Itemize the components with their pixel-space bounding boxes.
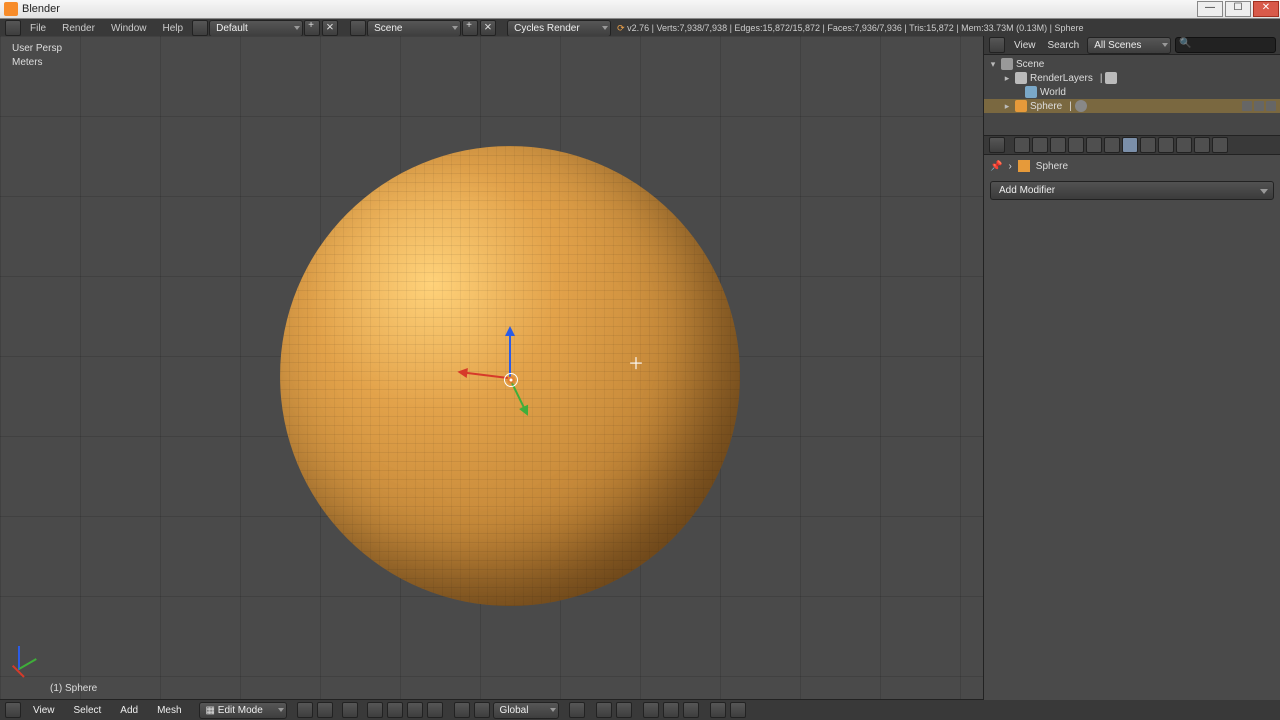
os-titlebar: Blender — ☐ ✕: [0, 0, 1280, 19]
tab-constraints-icon[interactable]: [1104, 137, 1120, 153]
menu-view[interactable]: View: [25, 703, 63, 718]
header-stats: ⟳ v2.76 | Verts:7,938/7,938 | Edges:15,8…: [617, 23, 1083, 34]
shading-wire-icon[interactable]: [317, 702, 333, 718]
menu-help[interactable]: Help: [155, 21, 192, 36]
menu-file[interactable]: File: [22, 21, 54, 36]
manipulator-toggle-icon[interactable]: [454, 702, 470, 718]
crumb-object-icon: [1018, 160, 1030, 172]
tab-renderlayers-icon[interactable]: [1032, 137, 1048, 153]
3dview-editor-icon[interactable]: [5, 702, 21, 718]
properties-empty-area: [984, 204, 1280, 700]
editor-type-icon[interactable]: [5, 20, 21, 36]
orientation-dropdown[interactable]: Global: [493, 702, 559, 719]
tree-row-renderlayers[interactable]: ▸ RenderLayers |: [984, 71, 1280, 85]
scene-remove-button[interactable]: [480, 20, 496, 36]
select-edge-icon[interactable]: [387, 702, 403, 718]
close-button[interactable]: ✕: [1253, 1, 1279, 17]
maximize-button[interactable]: ☐: [1225, 1, 1251, 17]
manipulator-translate-icon[interactable]: [474, 702, 490, 718]
gizmo-origin-icon: [504, 373, 518, 387]
selectable-toggle[interactable]: [1254, 101, 1264, 111]
limit-selection-icon[interactable]: [427, 702, 443, 718]
minimize-button[interactable]: —: [1197, 1, 1223, 17]
viewport-info-overlay: User Persp Meters: [12, 42, 62, 70]
chevron-right-icon: ›: [1008, 161, 1011, 172]
3d-cursor-icon: ＋: [628, 350, 644, 374]
opengl-anim-icon[interactable]: [730, 702, 746, 718]
proportional-edit-icon[interactable]: [596, 702, 612, 718]
layout-dropdown[interactable]: Default: [209, 20, 303, 37]
properties-editor-icon[interactable]: [989, 137, 1005, 153]
tab-material-icon[interactable]: [1158, 137, 1174, 153]
menu-mesh[interactable]: Mesh: [149, 703, 189, 718]
tree-row-world[interactable]: World: [984, 85, 1280, 99]
tab-object-icon[interactable]: [1086, 137, 1102, 153]
render-toggle[interactable]: [1266, 101, 1276, 111]
tab-render-icon[interactable]: [1014, 137, 1030, 153]
scene-add-button[interactable]: [462, 20, 478, 36]
tab-data-icon[interactable]: [1140, 137, 1156, 153]
scene-dropdown[interactable]: Scene: [367, 20, 461, 37]
outliner-search-input[interactable]: 🔍: [1175, 37, 1276, 53]
tab-scene-icon[interactable]: [1050, 137, 1066, 153]
outliner[interactable]: ▾ Scene ▸ RenderLayers | World ▸ Sphere …: [984, 55, 1280, 136]
axis-mini-icon: [8, 638, 48, 678]
layout-prev-icon[interactable]: [192, 20, 208, 36]
transform-gizmo[interactable]: [460, 329, 560, 429]
layout-remove-button[interactable]: [322, 20, 338, 36]
pivot-point-icon[interactable]: [342, 702, 358, 718]
select-vertex-icon[interactable]: [367, 702, 383, 718]
3dview-header: View Select Add Mesh ▦ Edit Mode Global: [0, 699, 984, 720]
menu-select[interactable]: Select: [66, 703, 110, 718]
snap-toggle-icon[interactable]: [643, 702, 659, 718]
tab-texture-icon[interactable]: [1176, 137, 1192, 153]
outliner-editor-icon[interactable]: [989, 37, 1005, 53]
select-face-icon[interactable]: [407, 702, 423, 718]
outliner-header: View Search All Scenes 🔍: [984, 36, 1280, 55]
menu-window[interactable]: Window: [103, 21, 155, 36]
window-title: Blender: [22, 3, 60, 15]
shading-solid-icon[interactable]: [297, 702, 313, 718]
mesh-object-icon: [1015, 100, 1027, 112]
3d-viewport[interactable]: ＋ User Persp Meters (1) Sphere: [0, 36, 983, 700]
opengl-render-icon[interactable]: [710, 702, 726, 718]
outliner-search-menu[interactable]: Search: [1044, 38, 1084, 53]
menu-add[interactable]: Add: [112, 703, 146, 718]
renderlayers-icon: [1015, 72, 1027, 84]
scene-icon: [1001, 58, 1013, 70]
tab-world-icon[interactable]: [1068, 137, 1084, 153]
proportional-falloff-icon[interactable]: [616, 702, 632, 718]
tree-row-scene[interactable]: ▾ Scene: [984, 57, 1280, 71]
add-modifier-button[interactable]: Add Modifier: [990, 181, 1274, 200]
material-slot-icon: [1075, 100, 1087, 112]
gizmo-z-arrow[interactable]: [509, 329, 511, 377]
properties-breadcrumb: 📌 › Sphere: [984, 155, 1280, 177]
world-icon: [1025, 86, 1037, 98]
tree-row-sphere[interactable]: ▸ Sphere |: [984, 99, 1280, 113]
scene-icon[interactable]: [350, 20, 366, 36]
blender-icon: [4, 2, 18, 16]
layers-icon[interactable]: [569, 702, 585, 718]
renderlayer-child-icon: [1105, 72, 1117, 84]
properties-header: [984, 136, 1280, 155]
render-engine-dropdown[interactable]: Cycles Render: [507, 20, 611, 37]
tab-modifiers-icon[interactable]: [1122, 137, 1138, 153]
tab-physics-icon[interactable]: [1212, 137, 1228, 153]
snap-target-icon[interactable]: [683, 702, 699, 718]
gizmo-x-arrow[interactable]: [460, 371, 508, 379]
tab-particles-icon[interactable]: [1194, 137, 1210, 153]
pin-icon[interactable]: 📌: [990, 161, 1002, 172]
layout-add-button[interactable]: [304, 20, 320, 36]
snap-element-icon[interactable]: [663, 702, 679, 718]
visibility-toggle[interactable]: [1242, 101, 1252, 111]
outliner-view-menu[interactable]: View: [1010, 38, 1040, 53]
mode-dropdown[interactable]: ▦ Edit Mode: [199, 702, 287, 719]
active-object-label: (1) Sphere: [50, 683, 97, 694]
outliner-filter-dropdown[interactable]: All Scenes: [1087, 37, 1171, 54]
menu-render[interactable]: Render: [54, 21, 103, 36]
